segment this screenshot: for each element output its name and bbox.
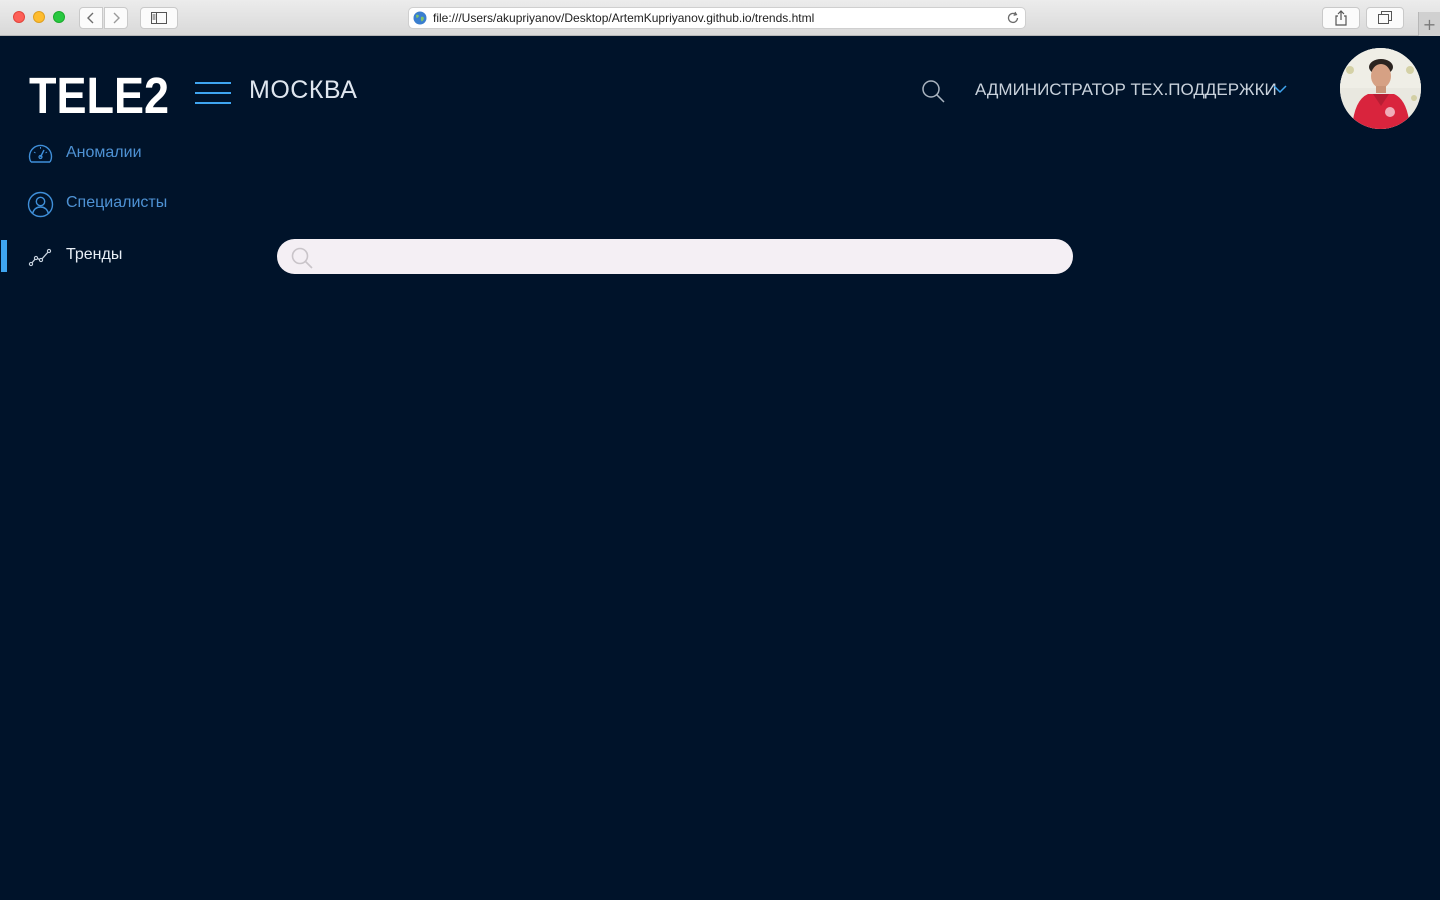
reload-icon[interactable] xyxy=(1006,11,1020,25)
trends-search-box[interactable] xyxy=(277,239,1073,276)
address-bar[interactable]: file:///Users/akupriyanov/Desktop/ArtemK… xyxy=(408,7,1026,29)
user-photo xyxy=(1340,48,1421,129)
show-tabs-button[interactable] xyxy=(1366,7,1404,29)
svg-text:TELE2: TELE2 xyxy=(29,67,169,119)
chevron-down-icon[interactable] xyxy=(1273,84,1287,94)
tabs-overview-icon xyxy=(1378,11,1392,24)
search-icon xyxy=(291,247,313,269)
history-navigation xyxy=(79,7,129,29)
hamburger-menu-icon[interactable] xyxy=(195,81,231,105)
sidebar-item-trends[interactable]: Тренды xyxy=(0,236,250,276)
window-close-button[interactable] xyxy=(13,11,25,23)
window-zoom-button[interactable] xyxy=(53,11,65,23)
sidebar-icon xyxy=(151,12,167,24)
sidebar-item-label: Специалисты xyxy=(66,194,168,211)
chevron-right-icon xyxy=(113,12,120,24)
sidebar-item-label: Тренды xyxy=(66,246,123,263)
url-text: file:///Users/akupriyanov/Desktop/ArtemK… xyxy=(433,11,815,25)
sidebar-item-label: Аномалии xyxy=(66,144,142,161)
user-role-menu[interactable]: АДМИНИСТРАТОР ТЕХ.ПОДДЕРЖКИ xyxy=(975,80,1277,100)
new-tab-button[interactable]: + xyxy=(1418,12,1440,36)
share-icon xyxy=(1335,10,1347,26)
globe-icon xyxy=(413,11,427,25)
app-page: TELE2 МОСКВА АДМИНИСТРАТОР ТЕХ.ПОДДЕРЖКИ xyxy=(0,36,1440,900)
share-button[interactable] xyxy=(1322,7,1360,29)
chevron-left-icon xyxy=(87,12,94,24)
sidebar-item-specialists[interactable]: Специалисты xyxy=(0,184,250,224)
trend-chart-icon xyxy=(28,248,52,267)
avatar[interactable] xyxy=(1340,48,1421,129)
search-input[interactable] xyxy=(321,239,1065,276)
sidebar-item-anomalies[interactable]: Аномалии xyxy=(0,134,250,174)
forward-button[interactable] xyxy=(104,7,128,29)
sidebar-toggle-button[interactable] xyxy=(140,7,178,29)
speedometer-icon xyxy=(28,144,53,163)
search-icon[interactable] xyxy=(921,79,945,103)
city-selector[interactable]: МОСКВА xyxy=(249,76,357,105)
user-icon xyxy=(27,191,54,218)
window-minimize-button[interactable] xyxy=(33,11,45,23)
browser-toolbar: file:///Users/akupriyanov/Desktop/ArtemK… xyxy=(0,0,1440,36)
active-indicator xyxy=(1,240,7,272)
back-button[interactable] xyxy=(79,7,103,29)
tele2-logo[interactable]: TELE2 xyxy=(28,67,170,119)
